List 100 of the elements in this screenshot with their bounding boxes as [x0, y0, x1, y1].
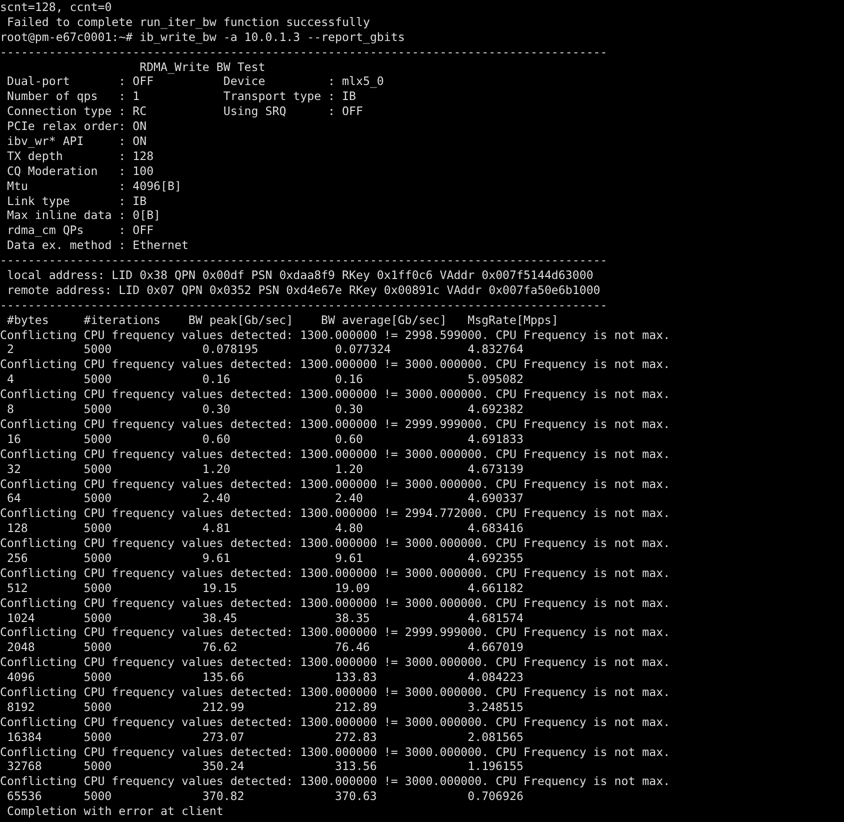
result-value: 5000: [84, 402, 112, 417]
result-value: 32768: [6, 759, 42, 774]
result-value: 76.62: [202, 640, 238, 656]
result-value: 38.45: [202, 610, 238, 626]
terminal-line: RDMA_Write BW Test: [138, 60, 266, 74]
warning-line: Conflicting CPU frequency values detected: 1300.000000 != 3000.000000. CPU Frequency is not max.: [0, 596, 670, 611]
warning-line: Conflicting CPU frequency values detected: 1300.000000 != 3000.000000. CPU Frequency is not max.: [0, 476, 670, 492]
result-value: 4.691833: [468, 432, 524, 447]
result-value: 4.673139: [468, 462, 524, 477]
result-value: 0.078195: [202, 342, 258, 358]
column-header: #iterations: [84, 312, 161, 328]
warning-line: Conflicting CPU frequency values detected: 1300.000000 != 2999.999000. CPU Frequency is not max.: [0, 416, 670, 432]
terminal-line: PCIe relax order: ON: [6, 119, 147, 134]
result-value: 4.084223: [468, 670, 524, 685]
result-value: 5000: [84, 789, 112, 804]
terminal-line: local address: LID 0x38 QPN 0x00df PSN 0xdaa8f9 RKey 0x1ff0c6 VAddr 0x007f5144d63000: [6, 268, 594, 283]
result-value: 4.681574: [468, 610, 524, 626]
terminal-line: Dual-port : OFF Device : mlx5_0: [6, 74, 384, 90]
result-value: 2.40: [335, 491, 363, 506]
result-value: 272.83: [335, 730, 377, 745]
result-value: 3.248515: [468, 700, 524, 715]
result-value: 0.30: [202, 402, 230, 417]
result-value: 5000: [84, 610, 112, 626]
result-value: 19.15: [202, 580, 238, 596]
terminal-line: Link type : IB: [6, 194, 147, 208]
warning-line: Conflicting CPU frequency values detected: 1300.000000 != 3000.000000. CPU Frequency is not max.: [0, 714, 670, 730]
terminal-line: ---------------------------------------------------------------------------------------: [0, 298, 608, 313]
result-value: 1.20: [202, 462, 230, 477]
result-value: 1.20: [335, 462, 363, 477]
terminal-line: Connection type : RC Using SRQ : OFF: [6, 104, 363, 120]
result-value: 128: [6, 521, 28, 536]
terminal-line: Number of qps : 1 Transport type : IB: [6, 89, 356, 104]
result-value: 5000: [84, 670, 112, 685]
result-value: 5000: [84, 462, 112, 477]
result-value: 4.667019: [468, 640, 524, 656]
result-value: 0.16: [335, 372, 363, 388]
result-value: 4.690337: [468, 491, 524, 506]
terminal-line: Max inline data : 0[B]: [6, 208, 161, 224]
terminal-line: ---------------------------------------------------------------------------------------: [0, 253, 608, 268]
terminal-line: rdma_cm QPs : OFF: [6, 223, 154, 238]
result-value: 2048: [6, 640, 35, 656]
result-value: 0.30: [335, 402, 363, 417]
result-value: 4.661182: [468, 580, 524, 596]
result-value: 256: [6, 550, 28, 566]
result-value: 9.61: [202, 550, 230, 566]
result-value: 16: [6, 432, 21, 447]
result-value: 5000: [84, 759, 112, 774]
result-value: 38.35: [335, 610, 370, 626]
result-value: 2.081565: [468, 730, 524, 745]
result-value: 4.80: [335, 521, 363, 536]
result-value: 5000: [84, 432, 112, 447]
result-value: 9.61: [335, 550, 363, 566]
result-value: 5000: [84, 580, 112, 596]
result-value: 1.196155: [468, 759, 524, 774]
terminal-line: root@pm-e67c0001:~# ib_write_bw -a 10.0.1.3 --report_gbits: [0, 30, 405, 45]
result-value: 5000: [84, 640, 112, 656]
terminal-line: Mtu : 4096[B]: [6, 178, 182, 194]
result-value: 212.89: [335, 700, 377, 715]
result-value: 212.99: [202, 700, 244, 715]
result-value: 5000: [84, 491, 112, 506]
result-value: 0.16: [202, 372, 230, 388]
warning-line: Conflicting CPU frequency values detected: 1300.000000 != 3000.000000. CPU Frequency is not max.: [0, 357, 670, 372]
result-value: 5000: [84, 342, 112, 358]
result-value: 19.09: [335, 580, 370, 596]
result-value: 1024: [6, 610, 35, 626]
column-header: BW peak[Gb/sec]: [188, 312, 294, 328]
result-value: 65536: [6, 789, 42, 804]
terminal-line: Data ex. method : Ethernet: [6, 238, 188, 254]
result-value: 4.692382: [468, 402, 524, 417]
result-value: 0.60: [335, 432, 363, 447]
result-value: 4.832764: [468, 342, 524, 358]
result-value: 370.82: [202, 789, 244, 804]
terminal-line: ---------------------------------------------------------------------------------------: [0, 44, 608, 60]
result-value: 5.095082: [468, 372, 524, 388]
warning-line: Conflicting CPU frequency values detected: 1300.000000 != 3000.000000. CPU Frequency is not max.: [0, 566, 670, 581]
warning-line: Conflicting CPU frequency values detected: 1300.000000 != 3000.000000. CPU Frequency is not max.: [0, 744, 670, 760]
result-value: 4.81: [202, 521, 230, 536]
result-value: 16384: [6, 730, 42, 745]
result-value: 32: [6, 462, 21, 477]
result-value: 370.63: [335, 789, 377, 804]
result-value: 5000: [84, 700, 112, 715]
result-value: 4096: [6, 670, 35, 685]
warning-line: Conflicting CPU frequency values detected: 1300.000000 != 3000.000000. CPU Frequency is not max.: [0, 446, 670, 462]
result-value: 0.077324: [335, 342, 391, 358]
result-value: 512: [6, 580, 28, 596]
terminal-line: CQ Moderation : 100: [6, 164, 154, 179]
result-value: 2: [6, 342, 14, 358]
result-value: 273.07: [202, 730, 244, 745]
result-value: 0.60: [202, 432, 230, 447]
result-value: 64: [6, 491, 21, 506]
warning-line: Conflicting CPU frequency values detected: 1300.000000 != 3000.000000. CPU Frequency is not max.: [0, 774, 670, 790]
result-value: 5000: [84, 372, 112, 388]
warning-line: Conflicting CPU frequency values detected: 1300.000000 != 2999.999000. CPU Frequency is not max.: [0, 625, 670, 640]
warning-line: Conflicting CPU frequency values detected: 1300.000000 != 2994.772000. CPU Frequency is not max.: [0, 506, 670, 522]
terminal-line: ibv_wr* API : ON: [6, 134, 147, 149]
column-header: #bytes: [6, 312, 49, 328]
warning-line: Conflicting CPU frequency values detected: 1300.000000 != 3000.000000. CPU Frequency is not max.: [0, 655, 670, 670]
warning-line: Conflicting CPU frequency values detected: 1300.000000 != 2998.599000. CPU Frequency is not max.: [0, 328, 670, 342]
terminal-line: Failed to complete run_iter_bw function successfully: [6, 14, 370, 30]
result-value: 8192: [6, 700, 35, 715]
